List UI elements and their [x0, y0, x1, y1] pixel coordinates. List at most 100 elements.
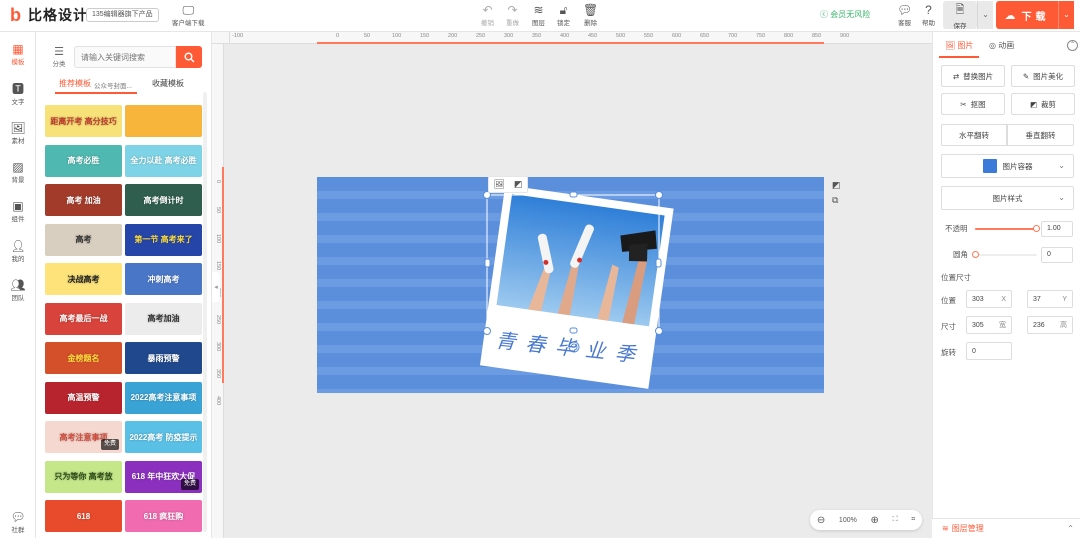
opacity-input[interactable]: 1.00 [1041, 221, 1073, 237]
position-y-field[interactable]: 37 Y [1027, 290, 1073, 308]
template-thumb[interactable]: 决战高考 [45, 263, 122, 295]
crop-icon[interactable]: ◩ [514, 179, 523, 190]
fit-screen-icon[interactable]: ⛶ [893, 516, 898, 524]
image-container-select[interactable]: 图片容器 ⌄ [941, 154, 1074, 178]
image-style-select[interactable]: 图片样式 ⌄ [941, 186, 1074, 210]
corner-radius-slider[interactable] [972, 251, 1037, 258]
flip-horizontal-button[interactable]: 水平翻转 [941, 124, 1007, 146]
properties-panel: 🖼︎ 图片 ◎ 动画 ⌃ ⇄ 替换图片 ✎ 图片美化 ✂ 抠图 ◩ 裁剪 水平翻转 垂直… [932, 32, 1080, 538]
ruler-h-tick: 450 [588, 33, 598, 39]
user-icon: 👤︎ [10, 239, 26, 253]
template-thumb[interactable]: 高考必胜 [45, 144, 122, 177]
resize-icon[interactable]: ◩ [832, 180, 841, 191]
template-thumb[interactable]: 618 年中狂欢大促 免费 [125, 460, 202, 493]
template-thumb[interactable]: 高考注意事项 免费 [45, 421, 122, 453]
template-thumb-text: 高考 [75, 235, 92, 244]
zoom-in-icon[interactable]: ⊕ [871, 515, 879, 526]
template-thumb[interactable]: 618 疯狂购 [125, 500, 202, 532]
opacity-slider-knob[interactable] [1033, 225, 1040, 232]
panel-scrollbar[interactable] [203, 92, 207, 532]
replace-image-button[interactable]: ⇄ 替换图片 [941, 65, 1005, 87]
nav-community[interactable]: 💬︎ 社群 [0, 510, 36, 534]
layers-button[interactable]: ≋ 图层 [532, 3, 545, 27]
redo-button[interactable]: ↷ 重做 [506, 3, 519, 27]
tab-favorites[interactable]: 收藏模板 [152, 78, 184, 89]
help-button[interactable]: ? 帮助 [922, 3, 935, 27]
flip-vertical-button[interactable]: 垂直翻转 [1007, 124, 1074, 146]
tab-recommended[interactable]: 推荐模板 [59, 78, 91, 89]
image-beautify-button[interactable]: ✎ 图片美化 [1011, 65, 1075, 87]
template-thumb[interactable]: 高考加油 [125, 302, 202, 335]
nav-mine[interactable]: 👤︎ 我的 [0, 239, 36, 263]
panel-collapse-button[interactable]: ⌃ [1067, 40, 1078, 51]
template-thumb[interactable]: 高考最后一战 [45, 302, 122, 335]
design-artboard[interactable]: 青春毕业季 [317, 177, 824, 393]
nav-material[interactable]: 🖼︎ 素材 [0, 121, 36, 145]
nav-component[interactable]: ▣ 组件 [0, 199, 36, 223]
nav-team[interactable]: 👥︎ 团队 [0, 278, 36, 302]
ruler-h-tick: 200 [448, 33, 458, 39]
save-dropdown-button[interactable]: ⌄ [977, 1, 993, 29]
template-thumb[interactable]: 金榜题名 [45, 342, 122, 374]
width-field[interactable]: 305 宽 [966, 316, 1012, 334]
rotate-field[interactable]: 0 [966, 342, 1012, 360]
template-thumb[interactable]: 2022高考 防疫提示 [125, 421, 202, 453]
template-thumb[interactable] [125, 105, 202, 137]
unlock-icon: 🔓︎ [559, 3, 568, 17]
replace-image-icon[interactable]: 🖼︎ [494, 179, 505, 190]
brand-logo[interactable]: b 比格设计 [10, 5, 88, 25]
template-thumb[interactable]: 全力以赴 高考必胜 [125, 144, 202, 177]
nav-text[interactable]: 🆃 文字 [0, 82, 36, 106]
template-thumb-text: 高考加油 [147, 314, 180, 323]
height-field[interactable]: 236 高 [1027, 316, 1073, 334]
template-thumb[interactable]: 高考 加油 [45, 184, 122, 216]
template-panel: ☰ 分类 推荐模板 公众号封面... 收藏模板 距离开考 高分技巧高考必胜 全力以… [36, 32, 212, 538]
chevron-up-icon: ⌃ [1069, 42, 1076, 48]
crop-button[interactable]: ◩ 裁剪 [1011, 93, 1075, 115]
zoom-level[interactable]: 100% [839, 517, 857, 524]
rotate-label: 旋转 [941, 348, 956, 357]
delete-button[interactable]: 🗑︎ 删除 [583, 3, 598, 27]
template-thumb[interactable]: 第一节 高考来了 [125, 223, 202, 256]
nav-background[interactable]: ▨ 背景 [0, 160, 36, 184]
tab-image[interactable]: 🖼︎ 图片 [945, 40, 973, 51]
undo-button[interactable]: ↶ 撤销 [481, 3, 494, 27]
card-graphic[interactable]: 青春毕业季 [317, 177, 824, 393]
template-thumb[interactable]: 暴雨预警 [125, 342, 202, 374]
download-dropdown-button[interactable]: ⌄ [1058, 1, 1074, 29]
ruler-h-tick: 150 [420, 33, 430, 39]
search-button[interactable] [176, 46, 202, 68]
download-button[interactable]: ☁ 下载 [996, 1, 1058, 29]
lock-button[interactable]: 🔓︎ 锁定 [557, 3, 570, 27]
template-thumb[interactable]: 2022高考注意事项 [125, 381, 202, 414]
corner-radius-knob[interactable] [972, 251, 979, 258]
zoom-out-icon[interactable]: ⊖ [817, 515, 825, 526]
template-thumb[interactable]: 高考倒计时 [125, 184, 202, 216]
cloud-download-icon: ☁ [1004, 9, 1016, 22]
template-thumb[interactable]: 高温预警 [45, 381, 122, 414]
panel-collapse-handle[interactable]: ◂ [212, 272, 220, 302]
template-thumb[interactable]: 冲刺高考 [125, 263, 202, 295]
search-input[interactable] [74, 46, 176, 68]
vip-link[interactable]: ⓒ 会员无风险 [820, 9, 870, 20]
tab-animation[interactable]: ◎ 动画 [989, 40, 1014, 51]
template-thumb[interactable]: 只为等你 高考放 [45, 460, 122, 493]
template-thumb[interactable]: 距离开考 高分技巧 [45, 105, 122, 137]
layer-manager-bar[interactable]: ≋ 图层管理 ⌃ [932, 518, 1080, 538]
client-download-button[interactable]: 🖵 客户端下载 [172, 3, 205, 27]
save-button[interactable]: 🗎 保存 [943, 1, 977, 30]
corner-radius-input[interactable]: 0 [1041, 247, 1073, 263]
free-badge: 免费 [180, 478, 199, 490]
grid-icon[interactable]: ⌗ [911, 516, 915, 524]
nav-template[interactable]: ▦ 模板 [0, 42, 36, 66]
position-x-field[interactable]: 303 X [966, 290, 1012, 308]
category-button[interactable]: ☰ 分类 [49, 46, 69, 68]
tab-sub-category[interactable]: 公众号封面... [94, 80, 132, 90]
feedback-button[interactable]: 💬︎ 客服 [897, 3, 912, 27]
template-thumb[interactable]: 618 [45, 500, 122, 532]
template-thumb[interactable]: 高考 [45, 223, 122, 256]
opacity-slider[interactable] [975, 225, 1040, 232]
redo-icon: ↷ [507, 3, 518, 17]
copy-icon[interactable]: ⧉ [832, 195, 841, 206]
cutout-button[interactable]: ✂ 抠图 [941, 93, 1005, 115]
